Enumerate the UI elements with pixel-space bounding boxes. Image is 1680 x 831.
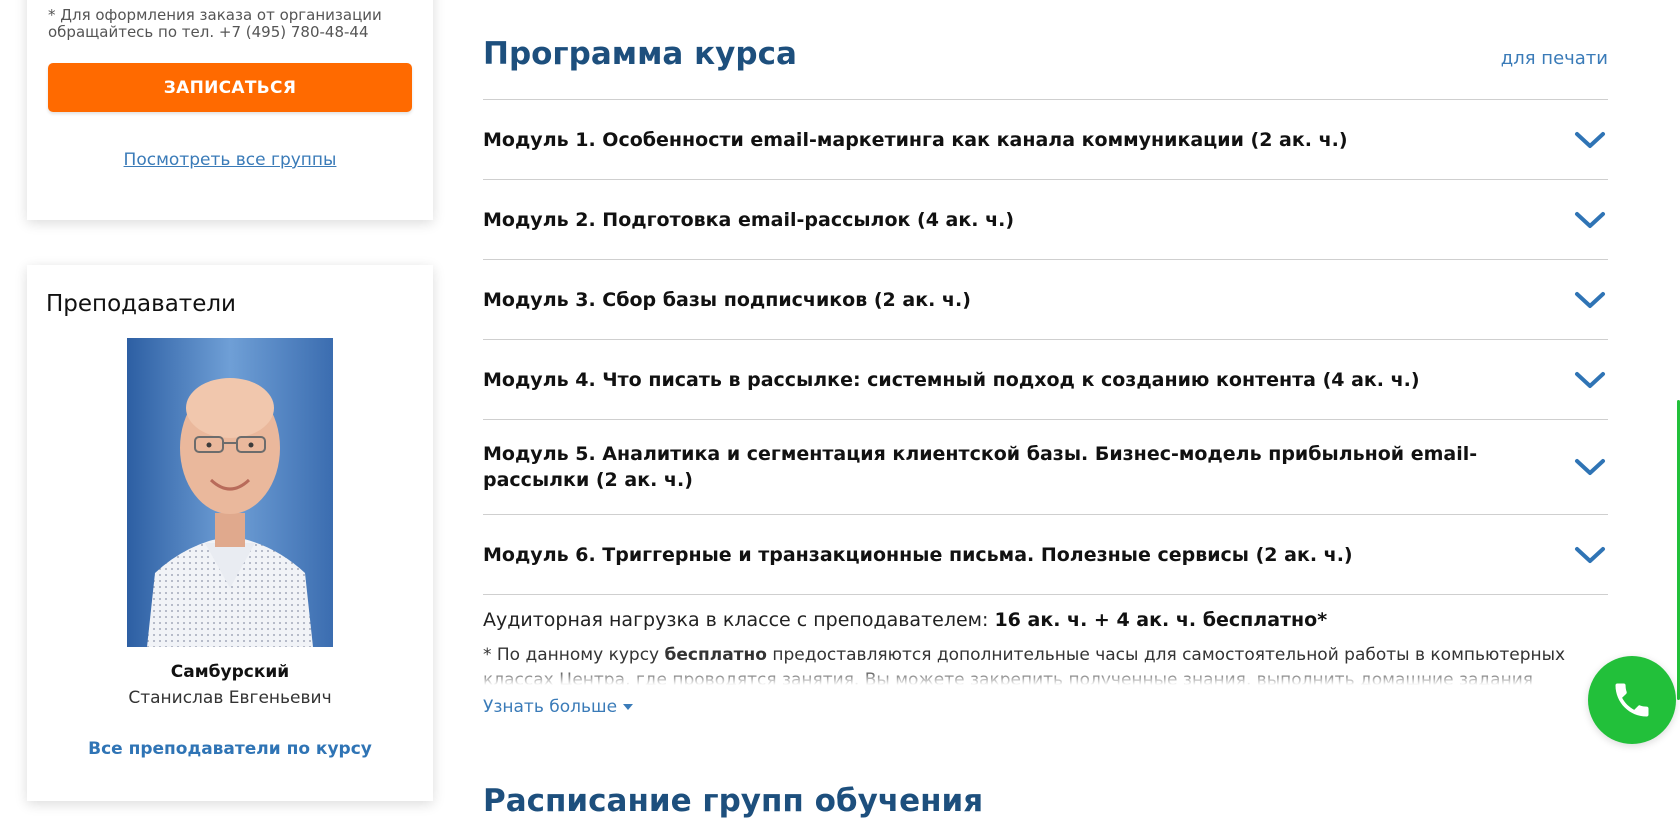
module-list: Модуль 1. Особенности email-маркетинга к… [483,99,1608,595]
free-note-bold: бесплатно [664,645,767,665]
hours-label: Аудиторная нагрузка в классе с преподава… [483,609,989,631]
caret-down-icon [623,704,634,710]
teachers-title: Преподаватели [46,291,236,317]
module-3[interactable]: Модуль 3. Сбор базы подписчиков (2 ак. ч… [483,260,1608,340]
module-5[interactable]: Модуль 5. Аналитика и сегментация клиент… [483,420,1608,515]
print-link[interactable]: для печати [1501,48,1608,69]
schedule-title: Расписание групп обучения [483,783,984,819]
learn-more-label: Узнать больше [483,697,618,717]
chevron-down-icon[interactable] [1574,290,1606,310]
module-2[interactable]: Модуль 2. Подготовка email-рассылок (4 а… [483,180,1608,260]
module-title: Модуль 4. Что писать в рассылке: системн… [483,368,1420,391]
org-order-note: * Для оформления заказа от организации о… [48,6,382,41]
all-teachers-link[interactable]: Все преподаватели по курсу [27,739,433,759]
teacher-given-names: Станислав Евгеньевич [128,688,332,708]
module-1[interactable]: Модуль 1. Особенности email-маркетинга к… [483,100,1608,180]
free-note-prefix: * По данному курсу [483,645,660,665]
phone-icon [1615,683,1649,717]
chevron-down-icon[interactable] [1574,545,1606,565]
chevron-down-icon[interactable] [1574,210,1606,230]
chevron-down-icon[interactable] [1574,370,1606,390]
program-title: Программа курса [483,36,797,72]
module-title: Модуль 6. Триггерные и транзакционные пи… [483,543,1353,566]
module-4[interactable]: Модуль 4. Что писать в рассылке: системн… [483,340,1608,420]
all-groups-link[interactable]: Посмотреть все группы [27,150,433,170]
module-title: Модуль 3. Сбор базы подписчиков (2 ак. ч… [483,288,971,311]
classroom-hours: Аудиторная нагрузка в классе с преподава… [483,609,1608,631]
order-card: * Для оформления заказа от организации о… [27,0,433,220]
enroll-button[interactable]: ЗАПИСАТЬСЯ [48,63,412,112]
teachers-card: Преподаватели Самбурский Станислав Евген… [27,265,433,801]
page: * Для оформления заказа от организации о… [0,0,1680,831]
module-title: Модуль 5. Аналитика и сегментация клиент… [483,443,1478,491]
hours-value: 16 ак. ч. + 4 ак. ч. бесплатно* [994,609,1328,631]
module-title: Модуль 2. Подготовка email-рассылок (4 а… [483,208,1015,231]
chevron-down-icon[interactable] [1574,457,1606,477]
module-6[interactable]: Модуль 6. Триггерные и транзакционные пи… [483,515,1608,595]
teacher-surname[interactable]: Самбурский [27,662,433,682]
call-button[interactable] [1588,656,1676,744]
teacher-photo[interactable] [127,338,333,647]
free-hours-note: * По данному курсу бесплатно предоставля… [483,643,1608,685]
chevron-down-icon[interactable] [1574,130,1606,150]
learn-more-toggle[interactable]: Узнать больше [483,697,634,717]
module-title: Модуль 1. Особенности email-маркетинга к… [483,128,1348,151]
